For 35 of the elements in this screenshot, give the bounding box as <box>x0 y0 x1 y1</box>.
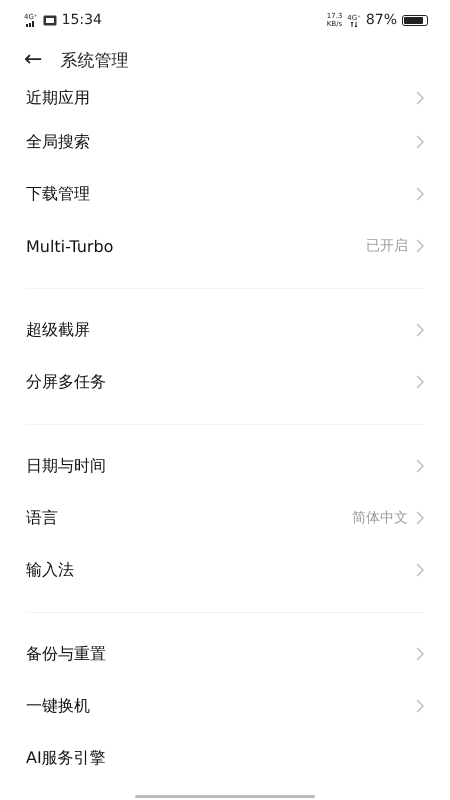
setting-label: 一键换机 <box>26 696 91 716</box>
setting-label: 全局搜索 <box>26 132 91 152</box>
settings-row[interactable]: 日期与时间 <box>0 440 450 492</box>
home-indicator[interactable] <box>135 795 315 798</box>
settings-row[interactable]: 一键换机 <box>0 680 450 732</box>
hd-icon <box>42 14 57 26</box>
setting-label: 下载管理 <box>26 184 91 204</box>
setting-label: Multi-Turbo <box>26 236 114 256</box>
data-arrows-icon <box>350 22 358 26</box>
settings-row[interactable]: AI服务引擎 <box>0 732 450 784</box>
setting-label: 超级截屏 <box>26 320 91 340</box>
settings-row[interactable]: 近期应用 <box>0 80 450 116</box>
setting-label: 分屏多任务 <box>26 372 107 392</box>
setting-label: 日期与时间 <box>26 456 107 476</box>
battery-percent: 87% <box>366 12 397 28</box>
settings-row[interactable]: Multi-Turbo 已开启 <box>0 220 450 272</box>
settings-row[interactable]: 分屏多任务 <box>0 356 450 408</box>
settings-row[interactable]: 语言 简体中文 <box>0 492 450 544</box>
setting-label: 输入法 <box>26 560 75 580</box>
signal-icon <box>26 21 36 27</box>
setting-label: AI服务引擎 <box>26 748 107 768</box>
setting-label: 语言 <box>26 508 59 528</box>
settings-row[interactable]: 超级截屏 <box>0 304 450 356</box>
clock-time: 15:34 <box>62 12 102 28</box>
battery-icon <box>402 14 428 26</box>
setting-label: 备份与重置 <box>26 644 107 664</box>
settings-row[interactable]: 备份与重置 <box>0 628 450 680</box>
setting-value: 简体中文 <box>352 509 408 527</box>
setting-value: 已开启 <box>366 237 408 255</box>
back-button[interactable]: ← <box>24 49 42 71</box>
settings-row[interactable]: 输入法 <box>0 544 450 596</box>
page-title: 系统管理 <box>60 50 128 72</box>
setting-label: 近期应用 <box>26 88 91 108</box>
settings-row[interactable]: 下载管理 <box>0 168 450 220</box>
settings-row[interactable]: 全局搜索 <box>0 116 450 168</box>
